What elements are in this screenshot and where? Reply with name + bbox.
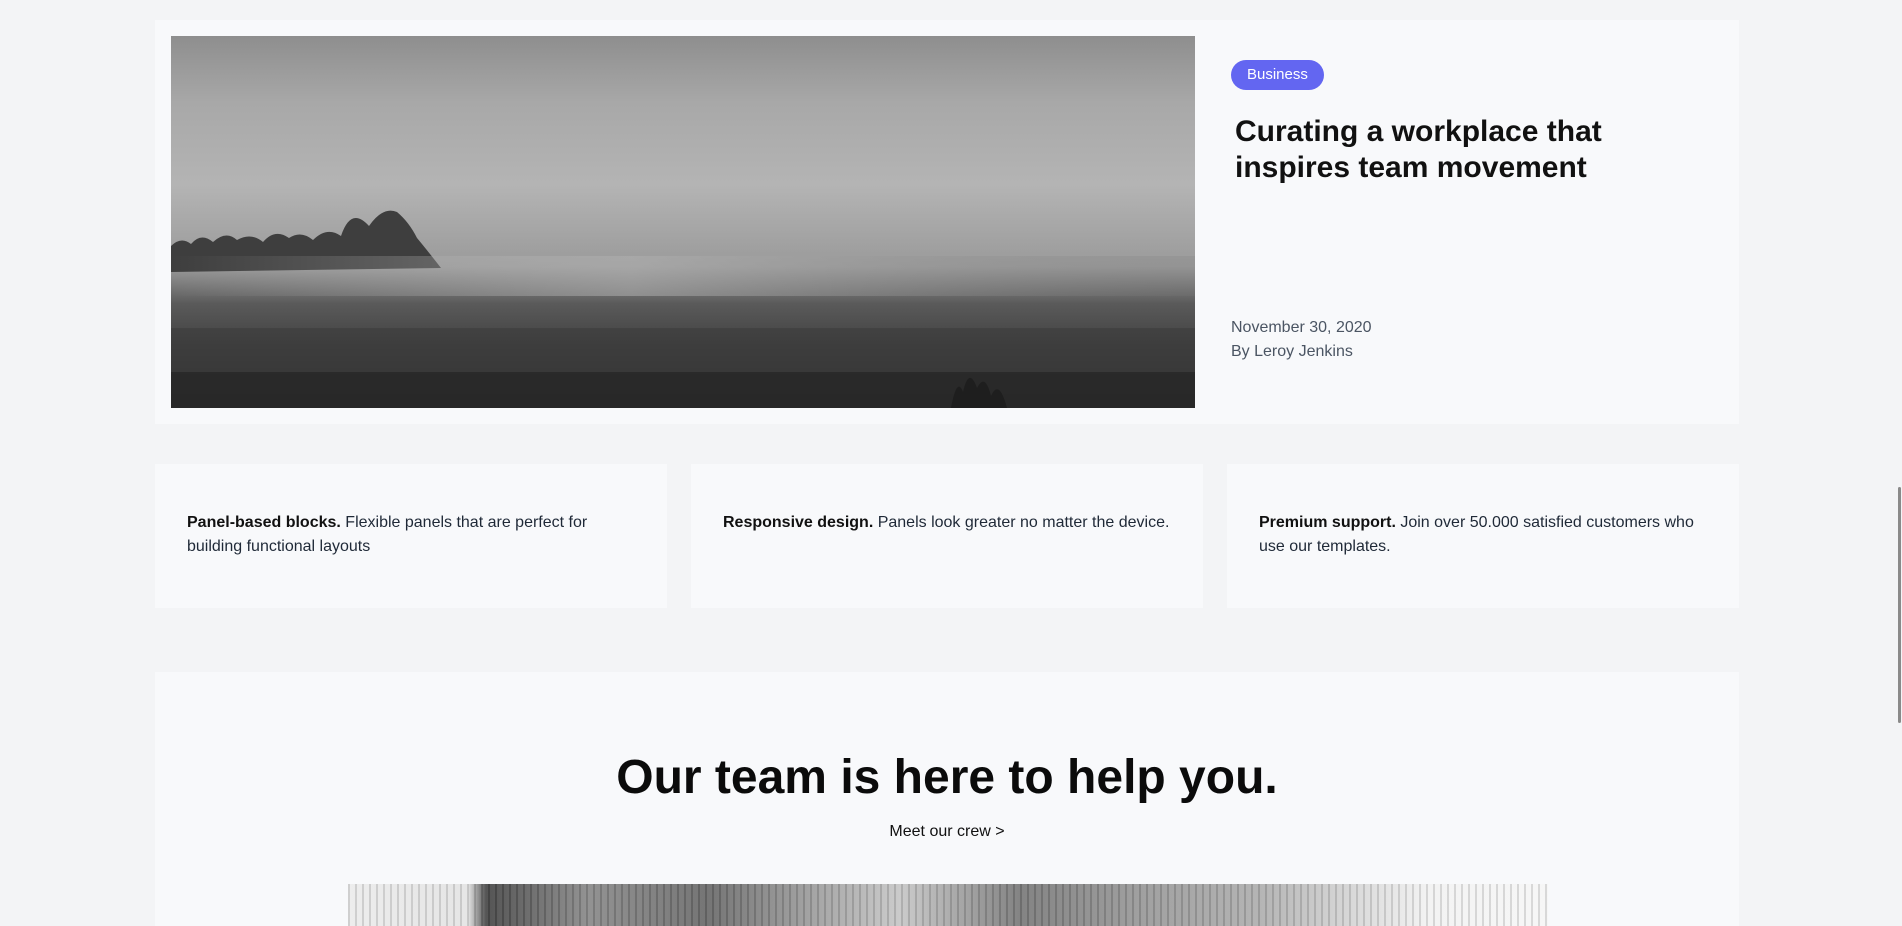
feature-panel-text: Panel-based blocks. Flexible panels that… <box>187 511 635 559</box>
feature-description: Panels look greater no matter the device… <box>873 514 1170 531</box>
scrollbar-thumb[interactable] <box>1898 487 1901 723</box>
featured-article-image[interactable] <box>171 36 1195 408</box>
vertical-scrollbar[interactable] <box>1896 0 1902 926</box>
feature-panel-text: Responsive design. Panels look greater n… <box>723 511 1171 535</box>
team-section: Our team is here to help you. Meet our c… <box>155 672 1739 926</box>
article-meta: November 30, 2020 By Leroy Jenkins <box>1231 316 1372 364</box>
feature-title: Premium support. <box>1259 514 1396 531</box>
article-date: November 30, 2020 <box>1231 319 1372 336</box>
feature-title: Responsive design. <box>723 514 874 531</box>
feature-panel-text: Premium support. Join over 50.000 satisf… <box>1259 511 1707 559</box>
team-photo <box>348 884 1548 926</box>
category-badge[interactable]: Business <box>1231 60 1324 90</box>
featured-article-card[interactable]: Business Curating a workplace that inspi… <box>155 20 1739 424</box>
team-photo-texture <box>348 884 1548 926</box>
team-heading: Our team is here to help you. <box>616 751 1278 804</box>
feature-title: Panel-based blocks. <box>187 514 341 531</box>
article-author: By Leroy Jenkins <box>1231 343 1353 360</box>
fog-landscape-illustration <box>171 210 1195 408</box>
featured-article-body: Business Curating a workplace that inspi… <box>1231 60 1721 390</box>
feature-panel-support: Premium support. Join over 50.000 satisf… <box>1227 464 1739 608</box>
article-title[interactable]: Curating a workplace that inspires team … <box>1235 114 1721 186</box>
feature-panel-blocks: Panel-based blocks. Flexible panels that… <box>155 464 667 608</box>
meet-crew-link[interactable]: Meet our crew > <box>155 820 1739 844</box>
feature-panel-responsive: Responsive design. Panels look greater n… <box>691 464 1203 608</box>
page: Business Curating a workplace that inspi… <box>0 0 1902 926</box>
